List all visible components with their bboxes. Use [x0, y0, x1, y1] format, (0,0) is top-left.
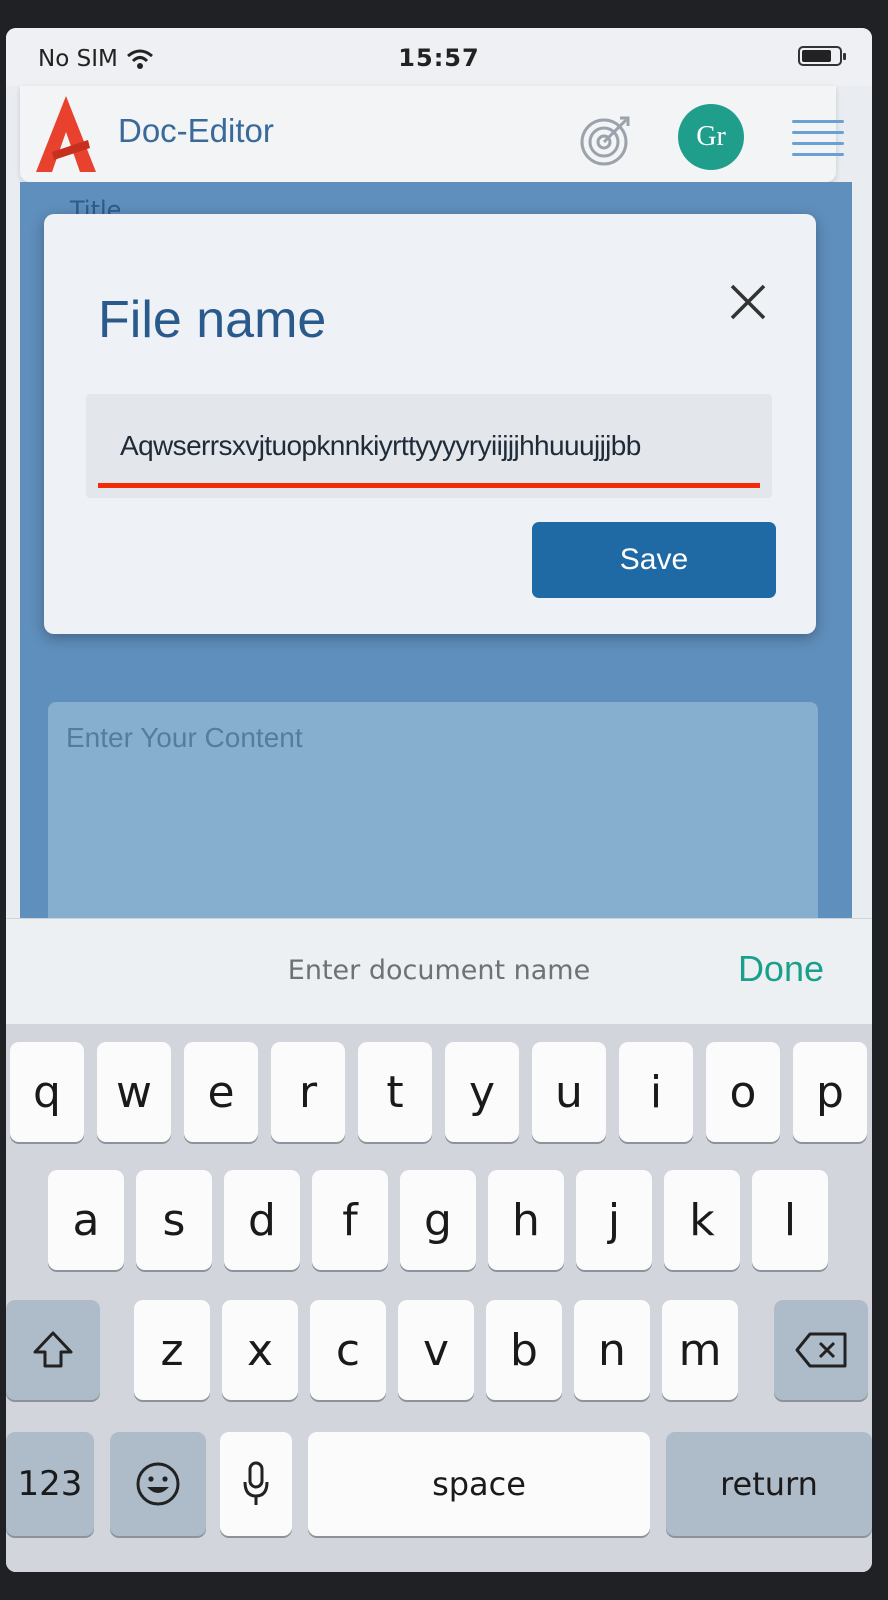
key-d[interactable]: d: [224, 1170, 300, 1270]
app-logo: [36, 96, 96, 172]
battery-level: [802, 50, 831, 62]
key-h[interactable]: h: [488, 1170, 564, 1270]
microphone-icon: [243, 1461, 269, 1505]
dictation-key[interactable]: [220, 1432, 292, 1536]
shift-icon: [33, 1331, 73, 1368]
key-j[interactable]: j: [576, 1170, 652, 1270]
key-m[interactable]: m: [662, 1300, 738, 1400]
phone-screen: No SIM 15:57 Doc-Editor Gr Title Enter Y…: [6, 28, 872, 1572]
key-o[interactable]: o: [706, 1042, 780, 1142]
status-bar: No SIM 15:57: [6, 28, 872, 86]
avatar[interactable]: Gr: [678, 104, 744, 170]
shift-key[interactable]: [6, 1300, 100, 1400]
key-v[interactable]: v: [398, 1300, 474, 1400]
dialog-title: File name: [98, 291, 327, 349]
backspace-icon: [795, 1332, 847, 1368]
app-title: Doc-Editor: [118, 112, 274, 149]
key-p[interactable]: p: [793, 1042, 867, 1142]
done-button[interactable]: Done: [732, 947, 830, 991]
numbers-key[interactable]: 123: [6, 1432, 94, 1536]
key-r[interactable]: r: [271, 1042, 345, 1142]
keyboard-accessory-bar: Enter document name Done: [6, 918, 872, 1025]
file-name-dialog: File name Save: [44, 214, 816, 634]
key-e[interactable]: e: [184, 1042, 258, 1142]
content-textarea: Enter Your Content: [48, 702, 818, 930]
save-button[interactable]: Save: [532, 522, 776, 598]
key-w[interactable]: w: [97, 1042, 171, 1142]
content-placeholder: Enter Your Content: [66, 722, 303, 753]
key-q[interactable]: q: [10, 1042, 84, 1142]
input-focus-underline: [98, 483, 760, 488]
emoji-icon: [136, 1462, 180, 1506]
battery-icon: [798, 46, 846, 66]
key-x[interactable]: x: [222, 1300, 298, 1400]
key-y[interactable]: y: [445, 1042, 519, 1142]
backspace-key[interactable]: [774, 1300, 868, 1400]
key-s[interactable]: s: [136, 1170, 212, 1270]
key-n[interactable]: n: [574, 1300, 650, 1400]
space-key[interactable]: space: [308, 1432, 650, 1536]
emoji-key[interactable]: [110, 1432, 206, 1536]
close-icon[interactable]: [726, 280, 770, 324]
file-name-field: [86, 394, 772, 498]
key-u[interactable]: u: [532, 1042, 606, 1142]
app-header: Doc-Editor Gr: [20, 86, 844, 182]
key-g[interactable]: g: [400, 1170, 476, 1270]
key-i[interactable]: i: [619, 1042, 693, 1142]
key-k[interactable]: k: [664, 1170, 740, 1270]
return-key[interactable]: return: [666, 1432, 872, 1536]
key-a[interactable]: a: [48, 1170, 124, 1270]
key-b[interactable]: b: [486, 1300, 562, 1400]
key-l[interactable]: l: [752, 1170, 828, 1270]
target-icon[interactable]: [578, 112, 634, 168]
key-f[interactable]: f: [312, 1170, 388, 1270]
hamburger-menu-icon[interactable]: [792, 120, 844, 162]
key-t[interactable]: t: [358, 1042, 432, 1142]
clock: 15:57: [398, 44, 480, 72]
key-z[interactable]: z: [134, 1300, 210, 1400]
keyboard: q w e r t y u i o p a s d f g h j k l z …: [6, 1024, 872, 1572]
key-c[interactable]: c: [310, 1300, 386, 1400]
